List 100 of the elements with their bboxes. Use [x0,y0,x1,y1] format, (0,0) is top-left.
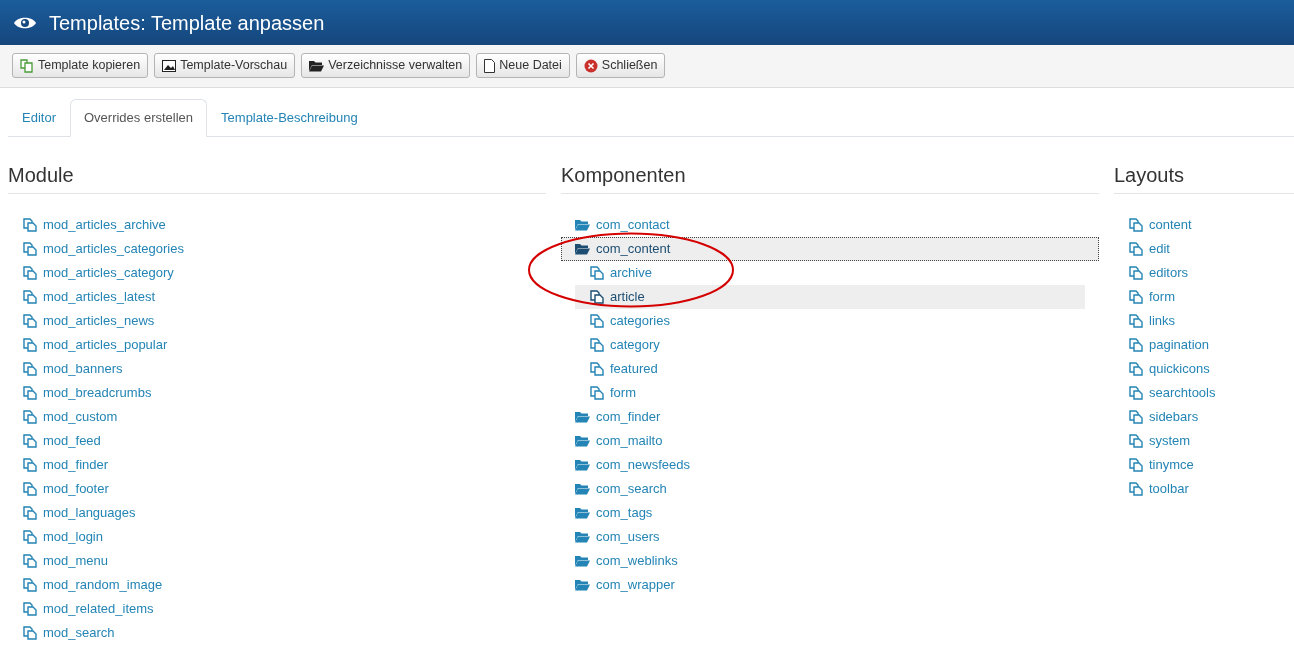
copy-icon [590,313,604,328]
tree-item[interactable]: sidebars [1129,404,1294,429]
tree-item[interactable]: mod_articles_news [23,308,546,333]
tree-item[interactable]: mod_custom [23,404,546,429]
folder-icon [575,554,590,567]
copy-icon [1129,217,1143,232]
copy-icon [1129,457,1143,472]
folder-icon [575,506,590,519]
copy-icon [23,313,37,328]
tab[interactable]: Template-Beschreibung [207,99,372,137]
tree-item[interactable]: mod_breadcrumbs [23,380,546,405]
tree-item[interactable]: toolbar [1129,476,1294,501]
tree-item[interactable]: com_search [561,476,1099,501]
copy-icon [1129,409,1143,424]
copy-icon [23,289,37,304]
copy-icon [1129,337,1143,352]
tree-item[interactable]: editors [1129,260,1294,285]
section-heading: Komponenten [561,162,1099,194]
copy-icon [23,553,37,568]
copy-icon [1129,361,1143,376]
toolbar-button[interactable]: Verzeichnisse verwalten [301,53,471,78]
toolbar-button[interactable]: Template-Vorschau [154,53,296,78]
tree-item[interactable]: mod_footer [23,476,546,501]
tree-item[interactable]: categories [575,308,1085,333]
tree-item[interactable]: mod_articles_category [23,260,546,285]
tab[interactable]: Editor [8,99,70,137]
copy-icon [590,361,604,376]
tree-item[interactable]: com_finder [561,404,1099,429]
tree-item[interactable]: com_content [561,236,1099,261]
copy-icon [23,601,37,616]
tree-item[interactable]: mod_search [23,620,546,645]
page-title: Templates: Template anpassen [49,10,325,36]
tree-item[interactable]: category [575,332,1085,357]
copy-icon [23,409,37,424]
folder-icon [575,578,590,591]
folder-icon [575,482,590,495]
tree-item[interactable]: com_contact [561,212,1099,237]
copy-icon [590,265,604,280]
tree-item[interactable]: mod_banners [23,356,546,381]
tree-item[interactable]: content [1129,212,1294,237]
copy-icon [23,265,37,280]
copy-icon [23,505,37,520]
copy-icon [590,289,604,304]
tree-item[interactable]: com_tags [561,500,1099,525]
folder-icon [575,410,590,423]
folder-icon [575,242,590,255]
copy-icon [1129,385,1143,400]
tree-item[interactable]: edit [1129,236,1294,261]
copy-icon [23,361,37,376]
tree-item[interactable]: com_users [561,524,1099,549]
folder-icon [575,434,590,447]
tree-item[interactable]: mod_feed [23,428,546,453]
tree-item[interactable]: form [575,380,1085,405]
tree-item[interactable]: archive [575,260,1085,285]
copy-icon [23,433,37,448]
copy-icon [23,577,37,592]
tree-item[interactable]: links [1129,308,1294,333]
image-icon [162,59,177,72]
tree-item[interactable]: tinymce [1129,452,1294,477]
copy-icon [1129,289,1143,304]
copy-icon [23,337,37,352]
copy-icon [1129,433,1143,448]
tree-item[interactable]: com_mailto [561,428,1099,453]
folder-icon [575,218,590,231]
tree-item[interactable]: mod_related_items [23,596,546,621]
tree-item[interactable]: featured [575,356,1085,381]
close-icon [583,58,598,73]
toolbar-button[interactable]: Neue Datei [476,53,570,78]
section-heading: Layouts [1114,162,1294,194]
toolbar-button[interactable]: Schließen [575,53,666,78]
copy-icon [1129,265,1143,280]
tree-item[interactable]: com_wrapper [561,572,1099,597]
tree-item[interactable]: mod_articles_archive [23,212,546,237]
tree-item[interactable]: mod_login [23,524,546,549]
tab[interactable]: Overrides erstellen [69,99,208,137]
tree-item[interactable]: mod_articles_popular [23,332,546,357]
tree-item[interactable]: com_weblinks [561,548,1099,573]
tree-item[interactable]: mod_menu [23,548,546,573]
tree-item[interactable]: mod_finder [23,452,546,477]
folder-icon [575,458,590,471]
eye-icon [14,15,36,30]
toolbar-button[interactable]: Template kopieren [12,53,149,78]
copy-icon [23,217,37,232]
copy-icon [23,241,37,256]
tree-item[interactable]: form [1129,284,1294,309]
tree-item[interactable]: com_newsfeeds [561,452,1099,477]
copy-icon [23,385,37,400]
tree-item[interactable]: mod_articles_latest [23,284,546,309]
folder-icon [309,59,325,72]
tree-item[interactable]: mod_articles_categories [23,236,546,261]
tree-item[interactable]: system [1129,428,1294,453]
copy-icon [590,337,604,352]
tree-item[interactable]: article [575,284,1085,309]
copy-icon [590,385,604,400]
tree-item[interactable]: pagination [1129,332,1294,357]
tree-item[interactable]: mod_random_image [23,572,546,597]
tree-item[interactable]: mod_languages [23,500,546,525]
copy-icon [1129,481,1143,496]
tree-item[interactable]: quickicons [1129,356,1294,381]
tree-item[interactable]: searchtools [1129,380,1294,405]
